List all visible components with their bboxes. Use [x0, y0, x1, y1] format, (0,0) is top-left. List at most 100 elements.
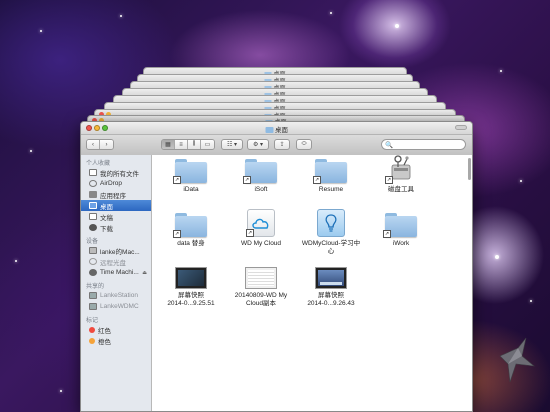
- icon-view-button[interactable]: ▦: [162, 140, 175, 149]
- file-item[interactable]: ↗ WD My Cloud: [224, 209, 298, 248]
- lightbulb-icon: [317, 209, 345, 237]
- star: [60, 390, 62, 392]
- screenshot-thumbnail-icon: [315, 267, 347, 289]
- sidebar-item-time-machine[interactable]: Time Machi... ⏏: [81, 267, 151, 278]
- sidebar-section-tags: 标记: [86, 318, 99, 324]
- sidebar-item-downloads[interactable]: 下载: [81, 222, 151, 233]
- file-item[interactable]: ↗ iData: [154, 159, 228, 194]
- sidebar-item-label: 文稿: [100, 214, 113, 222]
- all-files-icon: [89, 169, 97, 176]
- vertical-scrollbar[interactable]: [468, 158, 471, 180]
- airdrop-icon: [89, 180, 97, 187]
- computer-icon: [89, 247, 97, 254]
- tag-button[interactable]: ⬭: [296, 139, 312, 150]
- wd-my-cloud-icon: ↗: [246, 209, 275, 237]
- forward-button[interactable]: ›: [100, 140, 113, 149]
- star: [30, 150, 32, 152]
- folder-icon: ↗: [313, 159, 347, 184]
- sidebar-item-label: 应用程序: [100, 192, 126, 200]
- sidebar-item-mac[interactable]: lanke的Mac...: [81, 245, 151, 256]
- sidebar-item-label: LankeWDMC: [100, 303, 139, 310]
- file-label: data 替身: [177, 240, 205, 247]
- file-item[interactable]: ↗ iWork: [364, 213, 438, 248]
- arrange-button[interactable]: ☷ ▾: [221, 139, 243, 150]
- file-label: iWork: [392, 240, 410, 247]
- sidebar-item-documents[interactable]: 文稿: [81, 211, 151, 222]
- file-item[interactable]: WDMyCloud-学习中 心: [294, 209, 368, 256]
- alias-arrow-icon: ↗: [246, 229, 254, 237]
- star: [500, 70, 502, 72]
- finder-window: 桌面 ‹ › ▦ ≡ ⫼ ▭ ☷ ▾ ⚙ ▾ ⇪ ⬭ 🔍 个人收藏 我的所有文件…: [80, 121, 473, 412]
- alias-arrow-icon: ↗: [383, 230, 391, 238]
- sidebar-item-desktop[interactable]: 桌面: [81, 200, 151, 211]
- sidebar-item-label: 橙色: [98, 338, 111, 346]
- sidebar-item-all-files[interactable]: 我的所有文件: [81, 167, 151, 178]
- file-item[interactable]: ↗ 磁盘工具: [364, 155, 438, 194]
- file-item[interactable]: ↗ iSoft: [224, 159, 298, 194]
- list-view-button[interactable]: ≡: [175, 140, 188, 149]
- sidebar-item-label: Time Machi...: [100, 269, 139, 276]
- sidebar-item-tag-orange[interactable]: 橙色: [81, 335, 151, 346]
- star: [120, 15, 122, 17]
- alias-arrow-icon: ↗: [243, 176, 251, 184]
- orange-tag-icon: [89, 337, 95, 344]
- desktop-icon: [89, 202, 97, 209]
- file-item[interactable]: ↗ data 替身: [154, 213, 228, 248]
- folder-icon: ↗: [173, 159, 207, 184]
- search-field[interactable]: 🔍: [381, 139, 466, 150]
- sidebar-item-applications[interactable]: 应用程序: [81, 189, 151, 200]
- alias-arrow-icon: ↗: [385, 176, 393, 184]
- sidebar-item-tag-red[interactable]: 红色: [81, 324, 151, 335]
- file-item[interactable]: ↗ Resume: [294, 159, 368, 194]
- star: [330, 12, 332, 14]
- sidebar-item-remote-disc[interactable]: 远程光盘: [81, 256, 151, 267]
- folder-icon: ↗: [383, 213, 417, 238]
- star: [40, 30, 42, 32]
- downloads-icon: [89, 224, 97, 231]
- file-label: iSoft: [254, 186, 268, 193]
- file-item[interactable]: 屏幕快照 2014-0...9.26.43: [294, 267, 368, 308]
- column-view-button[interactable]: ⫼: [188, 140, 201, 149]
- window-titlebar[interactable]: 桌面: [81, 122, 472, 135]
- sidebar-item-label: lanke的Mac...: [100, 248, 140, 256]
- time-machine-icon: [89, 269, 97, 276]
- close-window-button[interactable]: [86, 125, 92, 131]
- coverflow-view-button[interactable]: ▭: [201, 140, 214, 149]
- remote-disc-icon: [89, 258, 97, 265]
- zoom-window-button[interactable]: [102, 125, 108, 131]
- document-thumbnail-icon: [245, 267, 277, 289]
- alias-arrow-icon: ↗: [173, 176, 181, 184]
- sidebar-item-lankestation[interactable]: LankeStation: [81, 290, 151, 301]
- file-label: 屏幕快照 2014-0...9.26.43: [307, 292, 355, 307]
- file-label: WD My Cloud: [240, 240, 282, 247]
- share-button[interactable]: ⇪: [274, 139, 290, 150]
- disk-utility-icon: ↗: [385, 155, 415, 184]
- action-gear-button[interactable]: ⚙ ▾: [247, 139, 269, 150]
- screenshot-thumbnail-icon: [175, 267, 207, 289]
- back-button[interactable]: ‹: [87, 140, 100, 149]
- folder-icon: ↗: [243, 159, 277, 184]
- nav-buttons: ‹ ›: [86, 139, 114, 150]
- alias-arrow-icon: ↗: [173, 230, 181, 238]
- sidebar-item-label: 桌面: [100, 203, 113, 211]
- file-label: 屏幕快照 2014-0...9.25.51: [167, 292, 215, 307]
- search-icon: 🔍: [385, 142, 394, 149]
- file-label: 磁盘工具: [388, 186, 414, 193]
- toolbar-toggle-button[interactable]: [455, 125, 467, 130]
- star: [530, 300, 532, 302]
- minimize-window-button[interactable]: [94, 125, 100, 131]
- sidebar-item-label: 远程光盘: [100, 259, 126, 267]
- file-label: WDMyCloud-学习中 心: [301, 240, 361, 255]
- sidebar-item-airdrop[interactable]: AirDrop: [81, 178, 151, 189]
- finder-sidebar: 个人收藏 我的所有文件 AirDrop 应用程序 桌面 文稿 下载 设备 lan…: [81, 155, 152, 411]
- eject-icon[interactable]: ⏏: [142, 270, 147, 276]
- sidebar-item-lankewdmc[interactable]: LankeWDMC: [81, 301, 151, 312]
- window-title: 桌面: [265, 124, 288, 134]
- sidebar-section-shared: 共享的: [86, 284, 105, 290]
- sidebar-item-label: LankeStation: [100, 292, 138, 299]
- file-item[interactable]: 20140809-WD My Cloud副本: [224, 267, 298, 308]
- network-server-icon: [89, 303, 97, 310]
- file-item[interactable]: 屏幕快照 2014-0...9.25.51: [154, 267, 228, 308]
- origami-crane-icon: [499, 337, 535, 383]
- file-icon-view: ↗ iData ↗ iSoft ↗ Resume ↗ 磁盘工具 ↗ data 替…: [152, 155, 472, 411]
